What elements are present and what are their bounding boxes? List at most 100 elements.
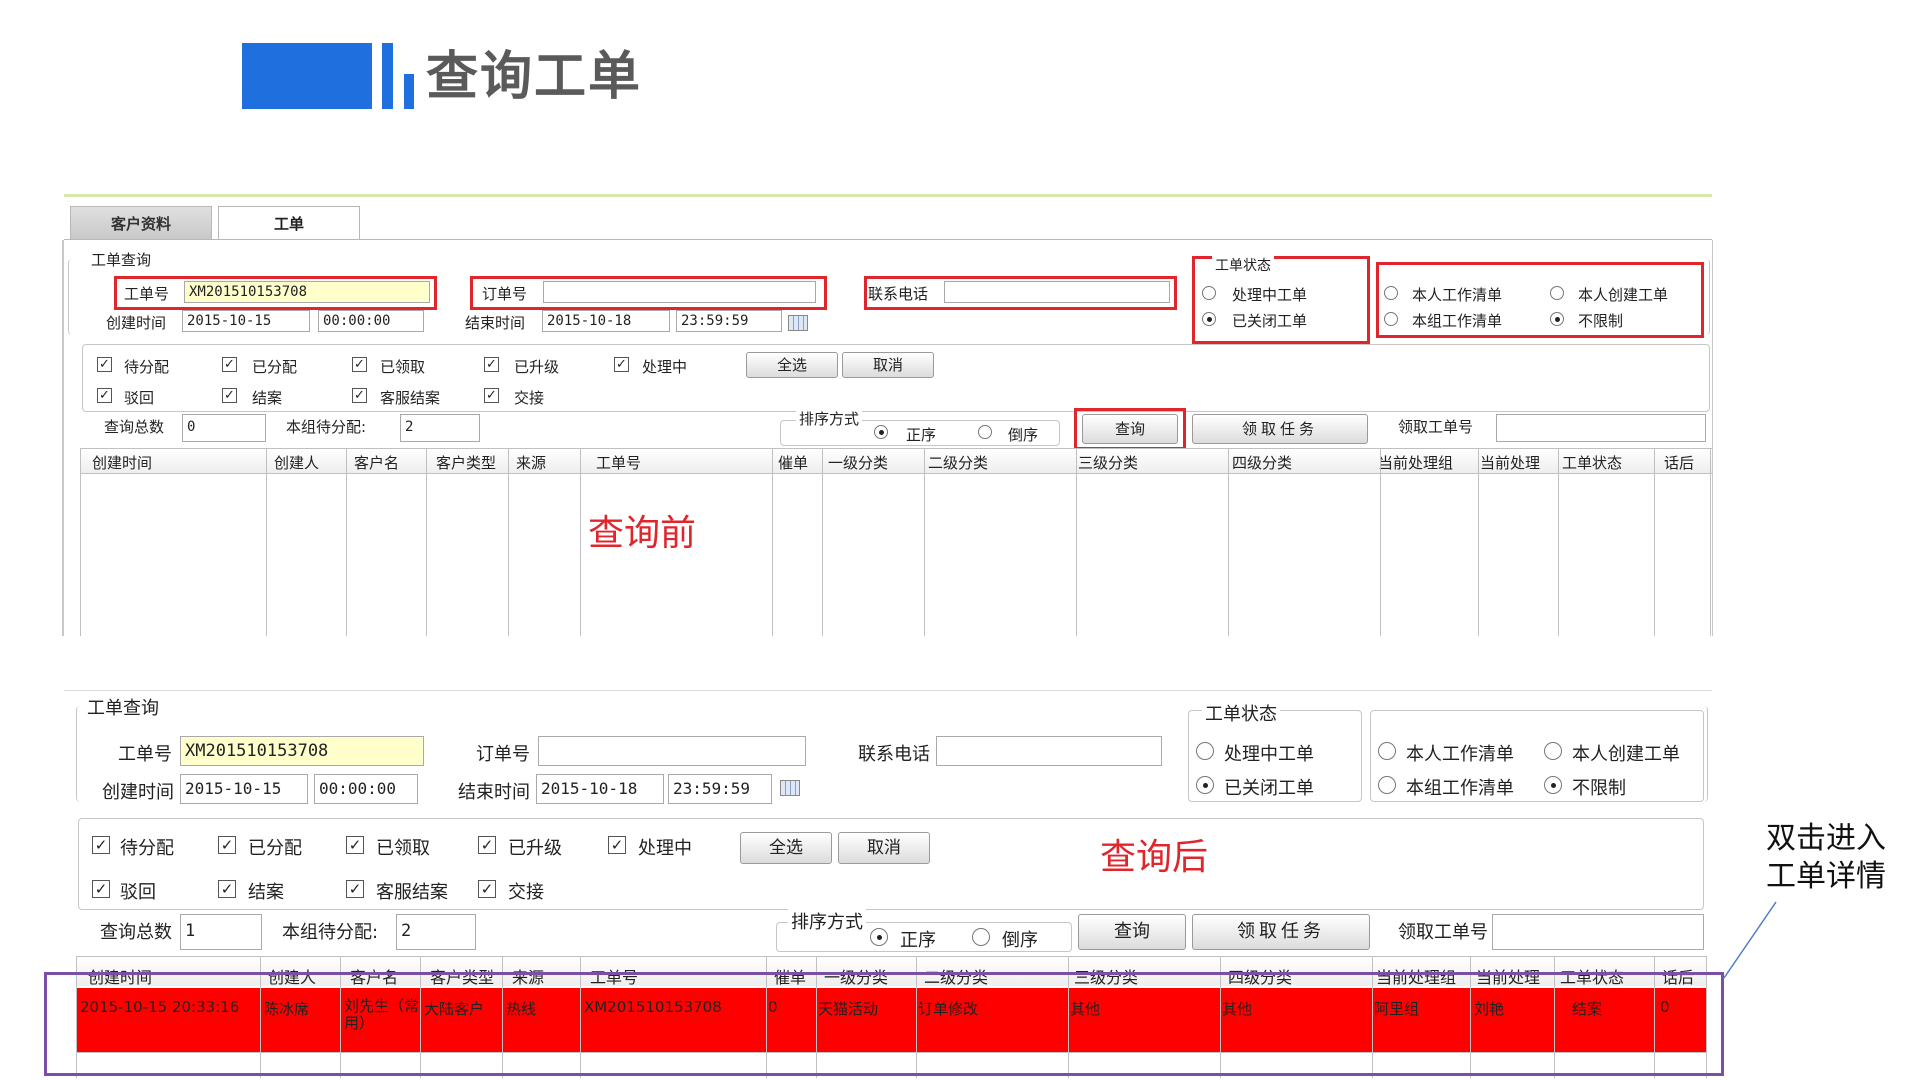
col-customer-name[interactable]: 客户名 xyxy=(354,452,424,473)
after-sort-desc-radio[interactable] xyxy=(972,928,990,946)
phone-label: 联系电话 xyxy=(868,285,929,303)
col-customer-type[interactable]: 客户类型 xyxy=(436,452,504,473)
checkbox-rejected[interactable]: ✓ xyxy=(97,388,112,403)
after-scope-my-created-radio[interactable] xyxy=(1544,742,1562,760)
scope-group-list-radio[interactable] xyxy=(1384,312,1398,326)
sort-asc-radio[interactable] xyxy=(874,425,888,439)
check-label-cs-closed: 客服结案 xyxy=(380,389,441,407)
after-select-all-button[interactable]: 全选 xyxy=(740,832,832,864)
after-checkbox-pending[interactable]: ✓ xyxy=(92,836,110,854)
after-checkbox-rejected[interactable]: ✓ xyxy=(92,880,110,898)
checkbox-pending[interactable]: ✓ xyxy=(97,357,112,372)
after-sort-asc-radio[interactable] xyxy=(870,928,888,946)
after-top-line xyxy=(64,690,1712,691)
status-closed-radio[interactable] xyxy=(1202,312,1216,326)
col-current-group[interactable]: 当前处理组 xyxy=(1378,452,1472,473)
after-checkbox-claimed[interactable]: ✓ xyxy=(346,836,364,854)
after-checkbox-cs-closed[interactable]: ✓ xyxy=(346,880,364,898)
created-date-input[interactable]: 2015-10-15 xyxy=(182,310,310,332)
check-label-claimed: 已领取 xyxy=(380,358,426,376)
query-button[interactable]: 查询 xyxy=(1082,414,1178,444)
after-calendar-icon[interactable] xyxy=(780,780,800,796)
after-created-time-input[interactable]: 00:00:00 xyxy=(314,774,418,804)
col-divider xyxy=(1478,448,1479,636)
after-checkbox-escalated[interactable]: ✓ xyxy=(478,836,496,854)
checkbox-escalated[interactable]: ✓ xyxy=(484,357,499,372)
col-level1[interactable]: 一级分类 xyxy=(828,452,918,473)
after-checkbox-closed[interactable]: ✓ xyxy=(218,880,236,898)
claim-task-button[interactable]: 领取任务 xyxy=(1192,414,1368,444)
col-divider xyxy=(822,448,823,636)
after-end-time-input[interactable]: 23:59:59 xyxy=(668,774,772,804)
after-pending-value: 2 xyxy=(396,914,476,950)
phone-input[interactable] xyxy=(944,281,1170,303)
col-urge[interactable]: 催单 xyxy=(778,452,818,473)
checkbox-processing[interactable]: ✓ xyxy=(614,357,629,372)
end-date-input[interactable]: 2015-10-18 xyxy=(542,310,670,332)
sort-desc-radio[interactable] xyxy=(978,425,992,439)
checkbox-handover[interactable]: ✓ xyxy=(484,388,499,403)
tab-underline xyxy=(64,239,1712,240)
claim-no-input[interactable] xyxy=(1496,414,1706,442)
after-dingdan-no-input[interactable] xyxy=(538,736,806,766)
after-claim-no-input[interactable] xyxy=(1492,914,1704,950)
after-check-label-claimed: 已领取 xyxy=(376,838,430,859)
after-query-button[interactable]: 查询 xyxy=(1078,914,1186,950)
check-label-closed: 结案 xyxy=(252,389,283,407)
col-current-handler[interactable]: 当前处理 xyxy=(1480,452,1552,473)
sort-legend: 排序方式 xyxy=(796,408,863,429)
after-status-processing-radio[interactable] xyxy=(1196,742,1214,760)
after-checkbox-processing[interactable]: ✓ xyxy=(608,836,626,854)
cancel-button[interactable]: 取消 xyxy=(842,352,934,378)
col-divider xyxy=(426,448,427,636)
pending-label: 本组待分配: xyxy=(286,418,367,436)
checkbox-claimed[interactable]: ✓ xyxy=(352,357,367,372)
col-level2[interactable]: 二级分类 xyxy=(928,452,1068,473)
col-divider xyxy=(1380,448,1381,636)
scope-my-created-radio[interactable] xyxy=(1550,286,1564,300)
tab-customer-info[interactable]: 客户资料 xyxy=(70,206,212,240)
after-scope-my-list-label: 本人工作清单 xyxy=(1406,744,1514,765)
after-scope-group-list-radio[interactable] xyxy=(1378,776,1396,794)
col-after-call[interactable]: 话后 xyxy=(1664,452,1708,473)
created-time-input[interactable]: 00:00:00 xyxy=(318,310,424,332)
after-check-label-cs-closed: 客服结案 xyxy=(376,882,448,903)
col-level3[interactable]: 三级分类 xyxy=(1078,452,1218,473)
after-end-date-input[interactable]: 2015-10-18 xyxy=(536,774,664,804)
end-time-input[interactable]: 23:59:59 xyxy=(676,310,782,332)
side-note: 双击进入工单详情 xyxy=(1766,821,1886,894)
select-all-button[interactable]: 全选 xyxy=(746,352,838,378)
checkbox-assigned[interactable]: ✓ xyxy=(222,357,237,372)
col-creator[interactable]: 创建人 xyxy=(274,452,344,473)
calendar-icon[interactable] xyxy=(788,315,808,331)
after-checkbox-assigned[interactable]: ✓ xyxy=(218,836,236,854)
after-cancel-button[interactable]: 取消 xyxy=(838,832,930,864)
after-checkbox-handover[interactable]: ✓ xyxy=(478,880,496,898)
col-order-no[interactable]: 工单号 xyxy=(596,452,766,473)
total-label: 查询总数 xyxy=(104,418,165,436)
dingdan-no-input[interactable] xyxy=(543,281,816,303)
order-no-input[interactable]: XM201510153708 xyxy=(184,281,430,303)
after-scope-unlimited-radio[interactable] xyxy=(1544,776,1562,794)
after-claim-task-button[interactable]: 领取任务 xyxy=(1192,914,1370,950)
scope-unlimited-radio[interactable] xyxy=(1550,312,1564,326)
col-divider xyxy=(80,448,81,636)
after-created-date-input[interactable]: 2015-10-15 xyxy=(180,774,308,804)
tab-work-order[interactable]: 工单 xyxy=(218,206,360,240)
after-scope-my-list-radio[interactable] xyxy=(1378,742,1396,760)
checkbox-closed[interactable]: ✓ xyxy=(222,388,237,403)
after-order-no-input[interactable]: XM201510153708 xyxy=(180,736,424,766)
scope-my-list-radio[interactable] xyxy=(1384,286,1398,300)
after-phone-input[interactable] xyxy=(936,736,1162,766)
status-processing-radio[interactable] xyxy=(1202,286,1216,300)
status-closed-label: 已关闭工单 xyxy=(1232,312,1308,330)
after-check-label-escalated: 已升级 xyxy=(508,838,562,859)
after-status-closed-radio[interactable] xyxy=(1196,776,1214,794)
col-order-status[interactable]: 工单状态 xyxy=(1562,452,1650,473)
status-legend: 工单状态 xyxy=(1212,255,1274,275)
before-annotation: 查询前 xyxy=(588,513,697,554)
col-created-time[interactable]: 创建时间 xyxy=(92,452,262,473)
col-source[interactable]: 来源 xyxy=(516,452,576,473)
checkbox-cs-closed[interactable]: ✓ xyxy=(352,388,367,403)
col-level4[interactable]: 四级分类 xyxy=(1232,452,1372,473)
